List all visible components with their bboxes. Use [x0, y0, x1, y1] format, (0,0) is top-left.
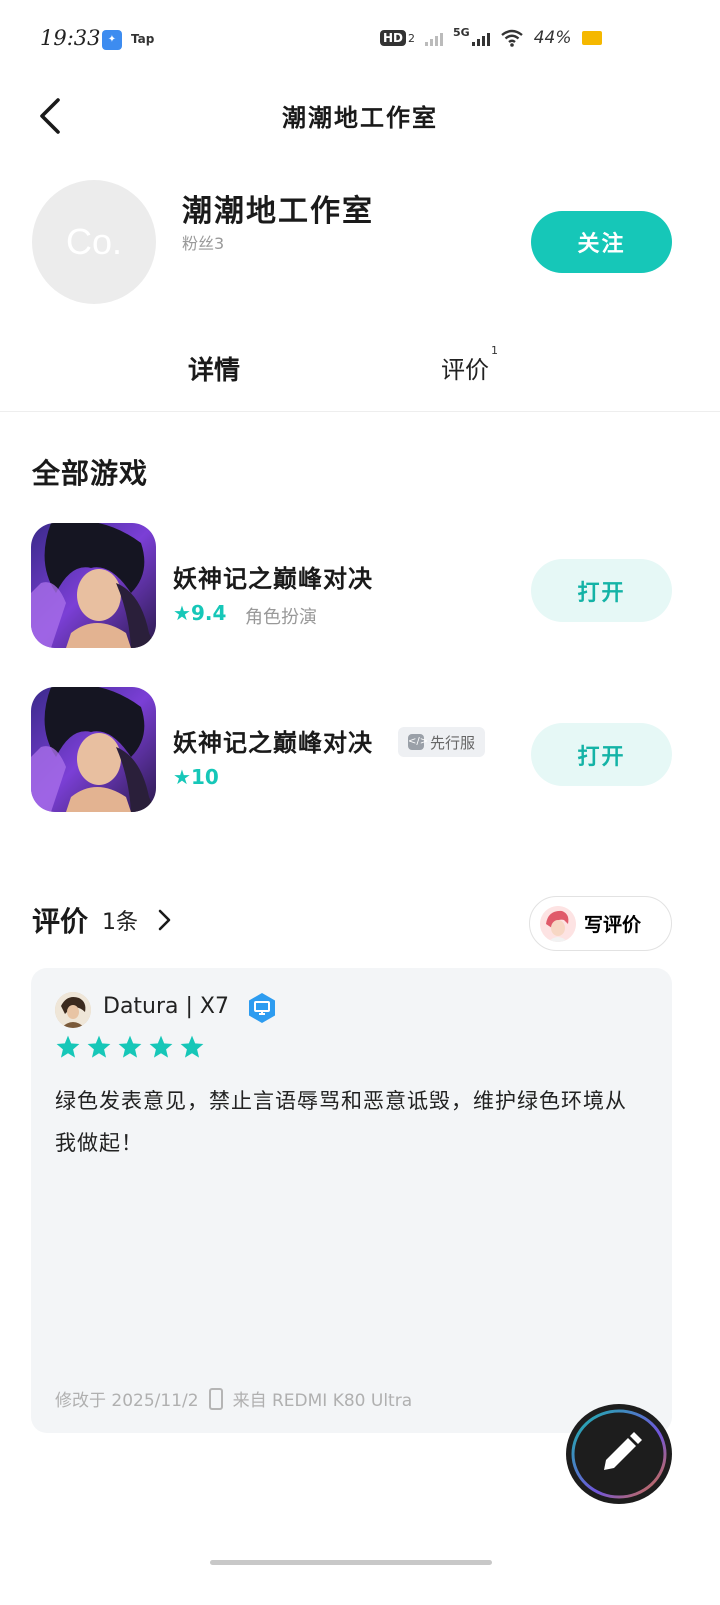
tab-details-label: 详情	[188, 356, 241, 386]
game-rating: ★10	[173, 765, 219, 789]
home-indicator[interactable]	[210, 1560, 492, 1565]
game-name[interactable]: 妖神记之巅峰对决	[173, 559, 373, 594]
game-genre: 角色扮演	[245, 607, 317, 628]
star-icon	[149, 1035, 173, 1058]
rating-star-icon: ★	[173, 765, 191, 789]
hd-voice-icon: HD	[380, 30, 407, 46]
network-type-label: 5G	[453, 25, 470, 39]
open-game-button[interactable]: 打开	[531, 559, 672, 622]
write-review-label: 写评价	[584, 915, 642, 936]
fans-count: 粉丝3	[182, 234, 225, 253]
game-icon[interactable]	[31, 523, 156, 648]
rating-star-icon: ★	[173, 601, 191, 625]
all-games-heading: 全部游戏	[32, 457, 149, 490]
battery-icon	[581, 31, 602, 45]
review-footer: 修改于 2025/11/2 来自 REDMI K80 Ultra	[55, 1386, 412, 1411]
page-title: 潮潮地工作室	[282, 104, 438, 132]
tab-reviews[interactable]: 评价	[441, 350, 489, 385]
pencil-icon	[571, 1409, 667, 1499]
phone-icon	[208, 1387, 223, 1410]
device-badge-icon	[249, 993, 275, 1023]
game-list-item[interactable]: 妖神记之巅峰对决 ★9.4 角色扮演 打开	[0, 523, 720, 649]
review-device: 来自 REDMI K80 Ultra	[232, 1391, 413, 1411]
badge-label: 先行服	[430, 733, 476, 752]
game-list-item[interactable]: 妖神记之巅峰对决 </> 先行服 ★10 打开	[0, 687, 720, 813]
reviews-header[interactable]: 评价 1条	[32, 900, 176, 940]
early-access-badge: </> 先行服	[398, 727, 486, 757]
hd-sim-number: 2	[408, 31, 416, 45]
star-icon	[87, 1035, 111, 1058]
mascot-avatar-icon	[540, 905, 576, 942]
studio-avatar[interactable]: Co.	[32, 180, 156, 304]
studio-name: 潮潮地工作室	[182, 194, 374, 229]
tab-reviews-label: 评价	[441, 356, 489, 384]
signal-sim1-icon	[425, 30, 444, 46]
write-review-button[interactable]: 写评价	[529, 896, 672, 951]
star-icon	[180, 1035, 204, 1058]
reviewer-avatar[interactable]	[55, 992, 91, 1028]
chevron-right-icon	[158, 909, 171, 931]
review-text: 绿色发表意见，禁止言语辱骂和恶意诋毁，维护绿色环境从我做起！	[55, 1089, 627, 1155]
tab-details[interactable]: 详情	[187, 350, 242, 387]
status-time: 19:33	[40, 26, 101, 50]
open-game-button[interactable]: 打开	[531, 723, 672, 786]
avatar-initials: Co.	[65, 221, 123, 262]
wifi-icon	[500, 29, 523, 47]
game-name[interactable]: 妖神记之巅峰对决	[173, 723, 373, 758]
game-icon[interactable]	[31, 687, 156, 812]
notification-app-icon: ✦	[102, 30, 122, 50]
tap-app-icon: Tap	[131, 32, 155, 46]
status-bar: 19:33 ✦ Tap HD 2 5G 44%	[0, 0, 720, 84]
signal-sim2-icon	[471, 30, 490, 46]
review-card[interactable]: Datura | X7 绿色发表意见，禁止言语辱骂和恶意诋毁，维护绿色环境从我做…	[31, 968, 672, 1433]
code-icon: </>	[408, 734, 428, 750]
follow-button[interactable]: 关注	[531, 211, 672, 273]
tab-reviews-count: 1	[491, 344, 498, 357]
game-rating: ★9.4	[173, 601, 227, 625]
battery-percent: 44%	[533, 28, 572, 48]
reviews-count: 1条	[102, 910, 139, 935]
reviewer-username[interactable]: Datura | X7	[103, 994, 229, 1019]
top-nav-bar: 潮潮地工作室	[0, 84, 720, 148]
star-icon	[118, 1035, 142, 1058]
tab-bar: 详情 评价 1	[0, 340, 720, 412]
reviews-heading: 评价	[32, 905, 89, 938]
review-star-rating	[55, 1034, 205, 1060]
star-icon	[56, 1035, 80, 1058]
status-indicators: HD 2 5G 44%	[380, 25, 602, 48]
review-modified-date: 修改于 2025/11/2	[55, 1391, 199, 1411]
compose-fab[interactable]	[566, 1404, 672, 1504]
